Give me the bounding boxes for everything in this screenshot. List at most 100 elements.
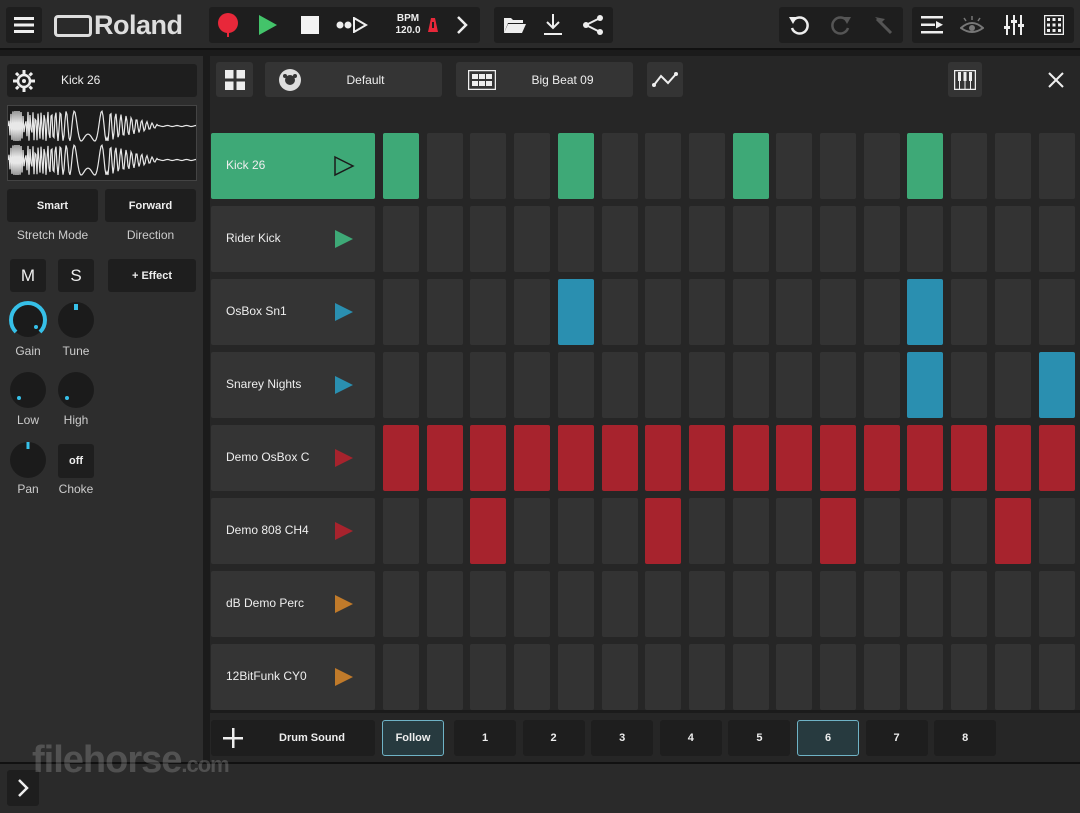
automation-button[interactable] bbox=[647, 62, 683, 97]
step-cell[interactable] bbox=[557, 644, 594, 710]
solo-button[interactable]: S bbox=[58, 259, 94, 292]
step-cell[interactable] bbox=[951, 133, 988, 199]
step-cell[interactable] bbox=[645, 279, 682, 345]
keyboard-button[interactable] bbox=[948, 62, 982, 97]
step-cell[interactable] bbox=[732, 425, 769, 491]
step-cell[interactable] bbox=[863, 206, 900, 272]
step-cell[interactable] bbox=[820, 644, 856, 710]
stretch-mode-button[interactable]: Smart bbox=[7, 189, 98, 222]
step-cell[interactable] bbox=[557, 571, 594, 637]
step-cell[interactable] bbox=[514, 498, 551, 564]
step-cell[interactable] bbox=[514, 133, 551, 199]
redo-button[interactable] bbox=[823, 7, 859, 43]
track-row[interactable]: Demo 808 CH4 bbox=[211, 498, 375, 564]
step-cell[interactable] bbox=[688, 279, 725, 345]
step-cell[interactable] bbox=[1038, 133, 1075, 199]
step-cell[interactable] bbox=[951, 571, 988, 637]
step-cell[interactable] bbox=[776, 133, 813, 199]
step-cell[interactable] bbox=[732, 352, 769, 418]
step-cell[interactable] bbox=[907, 571, 944, 637]
step-cell[interactable] bbox=[863, 133, 900, 199]
export-button[interactable] bbox=[536, 7, 570, 43]
step-cell[interactable] bbox=[688, 644, 725, 710]
step-cell[interactable] bbox=[820, 498, 856, 564]
step-cell[interactable] bbox=[907, 279, 944, 345]
step-cell[interactable] bbox=[514, 352, 551, 418]
step-cell[interactable] bbox=[1038, 498, 1075, 564]
record-button[interactable] bbox=[211, 7, 245, 43]
step-cell[interactable] bbox=[426, 133, 463, 199]
step-cell[interactable] bbox=[557, 206, 594, 272]
step-cell[interactable] bbox=[1038, 571, 1075, 637]
step-cell[interactable] bbox=[426, 571, 463, 637]
step-cell[interactable] bbox=[907, 425, 944, 491]
step-cell[interactable] bbox=[732, 498, 769, 564]
tune-knob[interactable] bbox=[56, 300, 96, 340]
pan-knob[interactable] bbox=[8, 440, 48, 480]
bpm-display[interactable]: BPM 120.0 bbox=[393, 13, 423, 37]
step-cell[interactable] bbox=[557, 352, 594, 418]
step-cell[interactable] bbox=[514, 644, 551, 710]
step-cell[interactable] bbox=[994, 425, 1031, 491]
step-cell[interactable] bbox=[820, 206, 856, 272]
step-cell[interactable] bbox=[820, 133, 856, 199]
step-cell[interactable] bbox=[732, 644, 769, 710]
step-cell[interactable] bbox=[426, 425, 463, 491]
choke-button[interactable]: off bbox=[58, 444, 94, 478]
step-cell[interactable] bbox=[994, 352, 1031, 418]
step-cell[interactable] bbox=[645, 133, 682, 199]
select-tool-button[interactable] bbox=[865, 7, 901, 43]
step-cell[interactable] bbox=[645, 498, 682, 564]
step-cell[interactable] bbox=[601, 425, 638, 491]
step-cell[interactable] bbox=[732, 206, 769, 272]
sample-header[interactable]: Kick 26 bbox=[7, 64, 197, 97]
step-cell[interactable] bbox=[994, 498, 1031, 564]
track-row[interactable]: Kick 26 bbox=[211, 133, 375, 199]
step-cell[interactable] bbox=[601, 279, 638, 345]
add-effect-button[interactable]: + Effect bbox=[108, 259, 196, 292]
play-triangle-icon[interactable] bbox=[333, 301, 355, 323]
add-drum-sound-button[interactable]: Drum Sound bbox=[211, 720, 375, 756]
step-cell[interactable] bbox=[557, 279, 594, 345]
step-cell[interactable] bbox=[732, 133, 769, 199]
step-cell[interactable] bbox=[820, 352, 856, 418]
step-cell[interactable] bbox=[994, 133, 1031, 199]
step-cell[interactable] bbox=[776, 352, 813, 418]
open-button[interactable] bbox=[498, 7, 532, 43]
step-cell[interactable] bbox=[383, 571, 419, 637]
play-triangle-icon[interactable] bbox=[333, 374, 355, 396]
track-row[interactable]: 12BitFunk CY0 bbox=[211, 644, 375, 710]
step-cell[interactable] bbox=[470, 644, 507, 710]
step-cell[interactable] bbox=[907, 644, 944, 710]
step-cell[interactable] bbox=[776, 498, 813, 564]
step-cell[interactable] bbox=[470, 425, 507, 491]
step-cell[interactable] bbox=[994, 279, 1031, 345]
close-editor-button[interactable] bbox=[1039, 62, 1073, 97]
step-cell[interactable] bbox=[688, 425, 725, 491]
metronome-icon[interactable] bbox=[427, 7, 439, 43]
step-cell[interactable] bbox=[470, 279, 507, 345]
play-triangle-icon[interactable] bbox=[333, 593, 355, 615]
step-cell[interactable] bbox=[383, 498, 419, 564]
play-triangle-icon[interactable] bbox=[333, 520, 355, 542]
gain-knob[interactable] bbox=[8, 300, 48, 340]
menu-button[interactable] bbox=[6, 7, 42, 43]
page-button[interactable]: 1 bbox=[454, 720, 516, 756]
waveform-display[interactable] bbox=[7, 105, 197, 181]
high-eq-knob[interactable] bbox=[56, 370, 96, 410]
step-cell[interactable] bbox=[383, 352, 419, 418]
step-cell[interactable] bbox=[688, 571, 725, 637]
mute-button[interactable]: M bbox=[10, 259, 46, 292]
pads-view-button[interactable] bbox=[1036, 7, 1072, 43]
step-cell[interactable] bbox=[776, 206, 813, 272]
step-cell[interactable] bbox=[688, 133, 725, 199]
step-cell[interactable] bbox=[426, 206, 463, 272]
step-cell[interactable] bbox=[557, 425, 594, 491]
track-row[interactable]: Rider Kick bbox=[211, 206, 375, 272]
step-cell[interactable] bbox=[383, 133, 419, 199]
step-cell[interactable] bbox=[951, 352, 988, 418]
step-cell[interactable] bbox=[601, 133, 638, 199]
kit-selector[interactable]: Default bbox=[265, 62, 442, 97]
step-cell[interactable] bbox=[732, 279, 769, 345]
play-triangle-icon[interactable] bbox=[333, 228, 355, 250]
